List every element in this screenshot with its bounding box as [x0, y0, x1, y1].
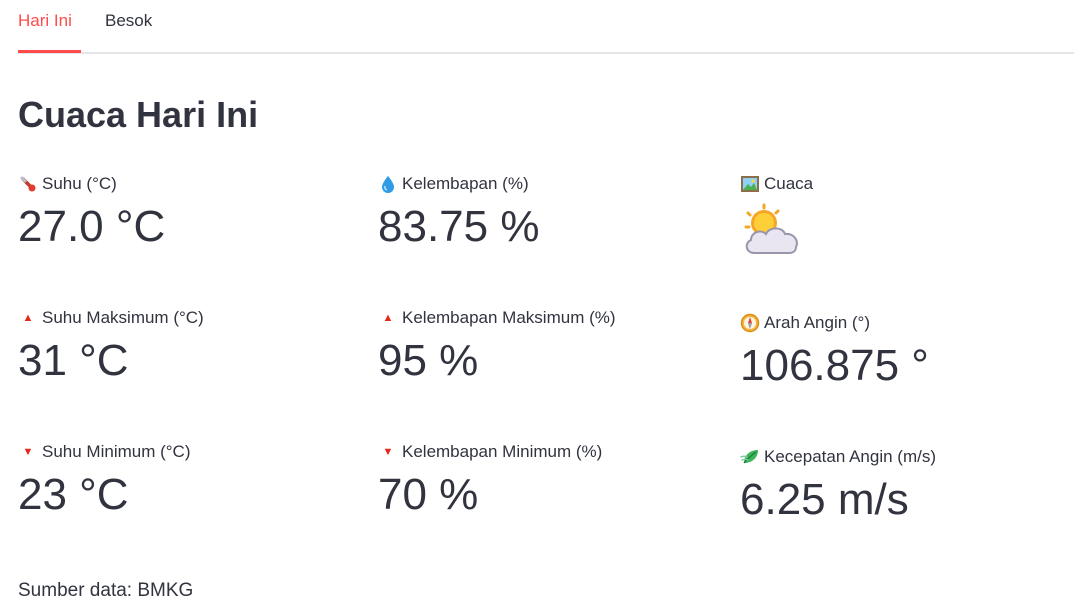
app: Hari Ini Besok Cuaca Hari Ini Suhu (°C) … — [0, 0, 1087, 615]
tab-label: Besok — [105, 11, 153, 30]
metric-cuaca: Cuaca — [740, 173, 1080, 264]
metric-label-text: Kelembapan Minimum (%) — [402, 442, 603, 461]
compass-icon — [740, 313, 760, 333]
droplet-icon — [378, 174, 398, 194]
metric-label: Suhu (°C) — [18, 173, 358, 195]
metric-value: 31 °C — [18, 336, 129, 385]
data-source-text: Sumber data: BMKG — [18, 580, 194, 601]
arrow-up-icon: ▲ — [22, 312, 34, 324]
metric-arah-angin: Arah Angin (°) 106.875 ° — [740, 312, 1080, 392]
leaf-wind-icon — [740, 447, 760, 467]
metric-kelembapan-maksimum: ▲ Kelembapan Maksimum (%) 95 % — [378, 307, 718, 387]
thermometer-icon — [18, 174, 38, 194]
metric-label: ▼ Suhu Minimum (°C) — [18, 441, 358, 463]
page-title: Cuaca Hari Ini — [18, 94, 259, 135]
metric-label-text: Kecepatan Angin (m/s) — [764, 447, 936, 466]
metric-label-text: Suhu Maksimum (°C) — [42, 308, 204, 327]
tab-besok[interactable]: Besok — [105, 10, 152, 54]
sun-behind-cloud-icon — [740, 203, 1080, 264]
metric-value: 6.25 m/s — [740, 475, 909, 524]
arrow-down-icon: ▼ — [22, 446, 34, 458]
metric-value: 23 °C — [18, 470, 129, 519]
metric-label: Cuaca — [740, 173, 1080, 195]
metric-suhu-maksimum: ▲ Suhu Maksimum (°C) 31 °C — [18, 307, 358, 387]
metric-value: 70 % — [378, 470, 479, 519]
metric-label: ▼ Kelembapan Minimum (%) — [378, 441, 718, 463]
active-tab-indicator — [18, 50, 81, 53]
metric-label-text: Arah Angin (°) — [764, 313, 871, 332]
metric-suhu-minimum: ▼ Suhu Minimum (°C) 23 °C — [18, 441, 358, 521]
metric-kelembapan-minimum: ▼ Kelembapan Minimum (%) 70 % — [378, 441, 718, 521]
metric-value: 83.75 % — [378, 202, 540, 251]
metric-value: 95 % — [378, 336, 479, 385]
metric-label-text: Suhu (°C) — [42, 174, 117, 193]
metric-label: Kelembapan (%) — [378, 173, 718, 195]
metric-kelembapan: Kelembapan (%) 83.75 % — [378, 173, 718, 253]
metric-label: ▲ Kelembapan Maksimum (%) — [378, 307, 718, 329]
metric-label: Arah Angin (°) — [740, 312, 1080, 334]
metric-label: Kecepatan Angin (m/s) — [740, 446, 1080, 468]
arrow-down-icon: ▼ — [382, 446, 394, 458]
metric-value: 106.875 ° — [740, 341, 929, 390]
metric-label: ▲ Suhu Maksimum (°C) — [18, 307, 358, 329]
tab-label: Hari Ini — [18, 11, 72, 30]
metric-kecepatan-angin: Kecepatan Angin (m/s) 6.25 m/s — [740, 446, 1080, 526]
metric-suhu: Suhu (°C) 27.0 °C — [18, 173, 358, 253]
arrow-up-icon: ▲ — [382, 312, 394, 324]
metric-label-text: Kelembapan (%) — [402, 174, 529, 193]
metric-value: 27.0 °C — [18, 202, 166, 251]
metric-label-text: Kelembapan Maksimum (%) — [402, 308, 616, 327]
picture-icon — [740, 174, 760, 194]
tab-bar: Hari Ini Besok — [18, 0, 1074, 54]
tab-hari-ini[interactable]: Hari Ini — [18, 10, 72, 54]
metric-label-text: Suhu Minimum (°C) — [42, 442, 191, 461]
metric-label-text: Cuaca — [764, 174, 814, 193]
